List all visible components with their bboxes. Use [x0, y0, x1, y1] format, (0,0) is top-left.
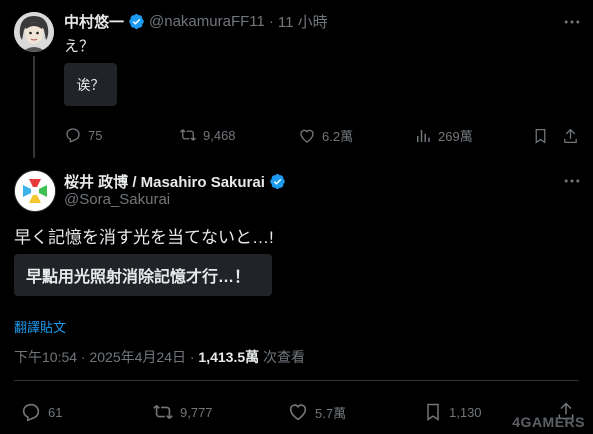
reply-button[interactable]: 61	[20, 401, 62, 423]
retweet-icon	[180, 129, 196, 141]
divider	[14, 380, 579, 381]
verified-badge-icon	[129, 13, 144, 29]
like-count: 6.2萬	[322, 129, 354, 144]
tweet-time[interactable]: 11 小時	[278, 11, 328, 32]
retweet-button[interactable]: 9,468	[179, 126, 236, 144]
views-button[interactable]: 269萬	[414, 126, 473, 145]
tweet-meta: 下午10:54 · 2025年4月24日 · 1,413.5萬 次查看	[14, 347, 305, 367]
author-row: 桜井 政博 / Masahiro Sakurai	[64, 171, 286, 191]
views-count: 269萬	[438, 129, 473, 144]
reply-icon	[22, 403, 40, 422]
translation-box: 早點用光照射消除記憶才行…！	[14, 254, 272, 296]
views-total: 1,413.5萬	[198, 349, 260, 365]
author-handle[interactable]: @nakamuraFF11	[149, 13, 265, 30]
retweet-icon	[153, 404, 173, 420]
like-button[interactable]: 6.2萬	[298, 126, 353, 145]
separator: ·	[268, 12, 274, 30]
bookmark-button[interactable]: 1,130	[423, 401, 482, 423]
tweet-2[interactable]: 桜井 政博 / Masahiro Sakurai @Sora_Sakurai 早…	[0, 160, 593, 434]
retweet-count: 9,777	[180, 404, 213, 420]
reply-count: 61	[48, 404, 63, 420]
bookmark-icon[interactable]	[532, 127, 549, 145]
views-suffix: 次查看	[259, 349, 306, 365]
avatar[interactable]	[14, 12, 54, 52]
heart-icon	[300, 129, 314, 143]
thread-line	[33, 56, 35, 158]
analytics-icon	[417, 129, 430, 142]
reply-button[interactable]: 75	[64, 126, 102, 144]
watermark: 4GAMERS	[512, 414, 585, 430]
reply-count: 75	[88, 127, 103, 143]
like-count: 5.7萬	[315, 405, 347, 421]
author-row: 中村悠一 @nakamuraFF11 · 11 小時	[64, 11, 328, 31]
tweet-timestamp[interactable]: 下午10:54 · 2025年4月24日 ·	[14, 349, 198, 365]
tweet-text: 早く記憶を消す光を当てないと…!	[14, 228, 274, 247]
reply-icon	[66, 128, 80, 143]
retweet-button[interactable]: 9,777	[152, 401, 213, 423]
more-options-icon[interactable]	[562, 171, 582, 191]
tweet-text: え？	[64, 38, 95, 55]
share-icon[interactable]	[562, 127, 579, 145]
translation-box: 诶？	[64, 63, 117, 106]
bookmark-icon	[427, 403, 439, 421]
more-options-icon[interactable]	[562, 12, 582, 32]
bookmark-count: 1,130	[449, 404, 482, 420]
translate-post-link[interactable]: 翻譯貼文	[14, 317, 66, 336]
verified-badge-icon	[270, 173, 285, 189]
retweet-count: 9,468	[203, 127, 236, 143]
like-button[interactable]: 5.7萬	[287, 401, 346, 423]
author-name[interactable]: 桜井 政博 / Masahiro Sakurai	[64, 171, 265, 192]
author-handle[interactable]: @Sora_Sakurai	[64, 191, 170, 208]
tweet-1[interactable]: 中村悠一 @nakamuraFF11 · 11 小時 え？ 诶？ 75 9,46…	[0, 0, 593, 160]
heart-icon	[289, 404, 307, 421]
avatar[interactable]	[14, 170, 56, 212]
author-name[interactable]: 中村悠一	[64, 11, 124, 32]
